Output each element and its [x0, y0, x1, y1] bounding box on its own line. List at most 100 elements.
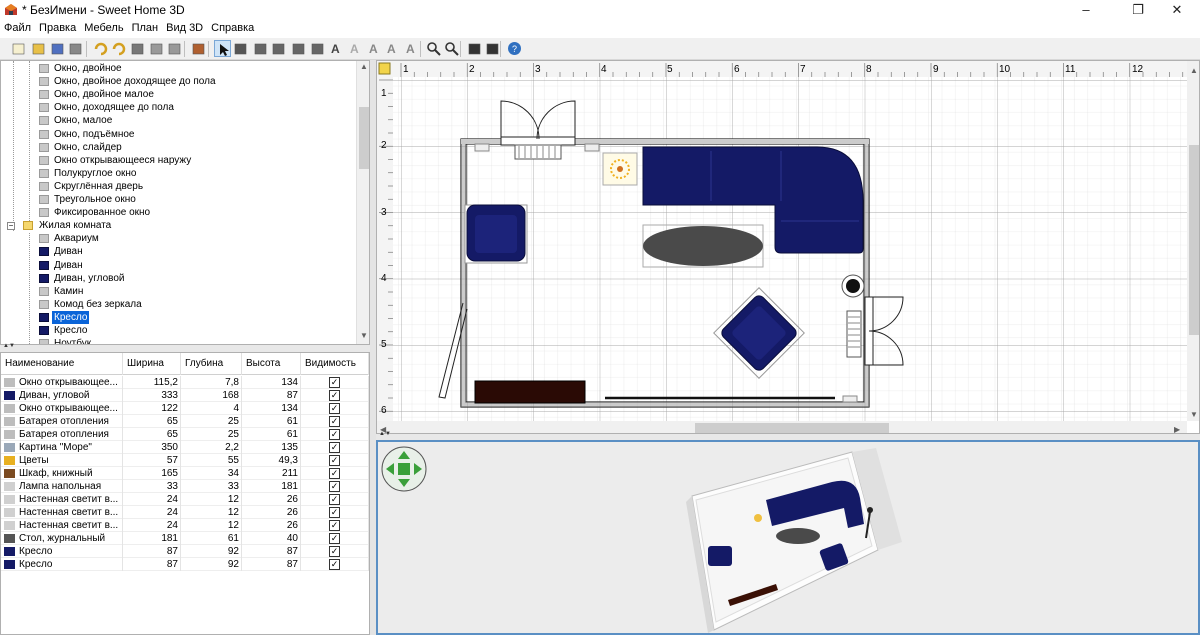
- catalog-item[interactable]: Скруглённая дверь: [1, 180, 357, 193]
- wall-lamp[interactable]: [842, 395, 858, 403]
- visibility-checkbox[interactable]: ✓: [329, 377, 340, 388]
- table-row[interactable]: Диван, угловой 333 168 87 ✓: [1, 389, 369, 402]
- table-row[interactable]: Настенная светит в... 24 12 26 ✓: [1, 493, 369, 506]
- catalog-item[interactable]: Кресло: [1, 324, 357, 337]
- close-button[interactable]: ✕: [1154, 0, 1200, 20]
- create-rooms-icon[interactable]: [270, 40, 287, 57]
- catalog-item[interactable]: Аквариум: [1, 232, 357, 245]
- flowers[interactable]: [602, 152, 638, 186]
- catalog-item[interactable]: Окно, доходящее до пола: [1, 101, 357, 114]
- visibility-checkbox[interactable]: ✓: [329, 520, 340, 531]
- new-file-icon[interactable]: [10, 40, 27, 57]
- catalog-item[interactable]: Кресло: [1, 310, 357, 324]
- 3d-view[interactable]: [376, 440, 1200, 635]
- table-row[interactable]: Настенная светит в... 24 12 26 ✓: [1, 506, 369, 519]
- visibility-checkbox[interactable]: ✓: [329, 559, 340, 570]
- catalog-item[interactable]: Окно, малое: [1, 114, 357, 127]
- table-row[interactable]: Картина "Море" 350 2,2 135 ✓: [1, 441, 369, 454]
- visibility-checkbox[interactable]: ✓: [329, 403, 340, 414]
- pan-hand-icon[interactable]: [232, 40, 249, 57]
- furniture-catalog-tree[interactable]: ▲ ▼ Окно, двойное Окно, двойное доходящее…: [0, 60, 370, 345]
- cut-icon[interactable]: [129, 40, 146, 57]
- table-row[interactable]: Батарея отопления 65 25 61 ✓: [1, 428, 369, 441]
- text-style-icon[interactable]: A: [347, 40, 364, 57]
- catalog-item[interactable]: Ноутбук: [1, 337, 357, 344]
- catalog-splitter[interactable]: ▲▼: [0, 343, 370, 352]
- catalog-scroll-thumb[interactable]: [359, 107, 369, 169]
- menu-furniture[interactable]: Мебель: [80, 20, 127, 34]
- text-italic-icon[interactable]: A: [384, 40, 401, 57]
- wall-lamp[interactable]: [584, 143, 600, 152]
- add-text-icon[interactable]: A: [328, 40, 345, 57]
- table-row[interactable]: Шкаф, книжный 165 34 211 ✓: [1, 467, 369, 480]
- menu-file[interactable]: Файл: [0, 20, 35, 34]
- visibility-checkbox[interactable]: ✓: [329, 442, 340, 453]
- visibility-checkbox[interactable]: ✓: [329, 507, 340, 518]
- splitter-arrows-icon[interactable]: ▲▼: [379, 431, 391, 437]
- save-icon[interactable]: [49, 40, 66, 57]
- text-size-icon[interactable]: A: [403, 40, 420, 57]
- create-walls-icon[interactable]: [252, 40, 269, 57]
- 3d-canvas[interactable]: [378, 442, 1198, 633]
- add-furniture-icon[interactable]: [190, 40, 207, 57]
- catalog-item[interactable]: Окно, двойное малое: [1, 88, 357, 101]
- visibility-checkbox[interactable]: ✓: [329, 429, 340, 440]
- copy-icon[interactable]: [148, 40, 165, 57]
- catalog-item[interactable]: Треугольное окно: [1, 193, 357, 206]
- visibility-checkbox[interactable]: ✓: [329, 546, 340, 557]
- column-name[interactable]: Наименование: [1, 353, 123, 375]
- help-icon[interactable]: ?: [506, 40, 523, 57]
- visibility-checkbox[interactable]: ✓: [329, 481, 340, 492]
- menu-3d-view[interactable]: Вид 3D: [162, 20, 207, 34]
- table-row[interactable]: Цветы 57 55 49,3 ✓: [1, 454, 369, 467]
- table-row[interactable]: Окно открывающее... 122 4 134 ✓: [1, 402, 369, 415]
- catalog-scrollbar[interactable]: ▲ ▼: [356, 61, 369, 344]
- armchair-left[interactable]: [464, 204, 528, 264]
- catalog-item[interactable]: Диван, угловой: [1, 272, 357, 285]
- paste-icon[interactable]: [166, 40, 183, 57]
- plan-canvas[interactable]: 1 2 3 4 5 6 7 8 9 10 11 12 1 2 3 4 5 6 ▲…: [377, 61, 1200, 434]
- radiator-top[interactable]: [514, 144, 562, 160]
- menu-help[interactable]: Справка: [207, 20, 258, 34]
- catalog-item[interactable]: Диван: [1, 259, 357, 272]
- visibility-checkbox[interactable]: ✓: [329, 390, 340, 401]
- catalog-item[interactable]: Окно открывающееся наружу: [1, 154, 357, 167]
- video-icon[interactable]: [484, 40, 501, 57]
- zoom-in-icon[interactable]: [425, 40, 442, 57]
- bookcase[interactable]: [474, 380, 586, 404]
- zoom-out-icon[interactable]: [443, 40, 460, 57]
- scroll-up-icon[interactable]: ▲: [358, 62, 369, 71]
- table-row[interactable]: Батарея отопления 65 25 61 ✓: [1, 415, 369, 428]
- column-visibility[interactable]: Видимость: [301, 353, 369, 375]
- photo-icon[interactable]: [466, 40, 483, 57]
- select-arrow-icon[interactable]: [214, 40, 231, 57]
- catalog-item[interactable]: Камин: [1, 285, 357, 298]
- collapse-toggle-icon[interactable]: −: [7, 222, 15, 231]
- column-depth[interactable]: Глубина: [181, 353, 242, 375]
- 3d-navigation-arrows-icon[interactable]: [381, 446, 427, 492]
- undo-icon[interactable]: [92, 40, 109, 57]
- catalog-item[interactable]: Комод без зеркала: [1, 298, 357, 311]
- scroll-down-icon[interactable]: ▼: [1190, 410, 1198, 419]
- table-row[interactable]: Окно открывающее... 115,2 7,8 134 ✓: [1, 376, 369, 389]
- cut-tool-icon[interactable]: [67, 40, 84, 57]
- floor-lamp[interactable]: [841, 274, 865, 298]
- plan-vscroll-thumb[interactable]: [1189, 145, 1199, 335]
- catalog-item[interactable]: Фиксированное окно: [1, 206, 357, 219]
- create-dimensions-icon[interactable]: [309, 40, 326, 57]
- minimize-button[interactable]: –: [1063, 0, 1109, 20]
- catalog-item[interactable]: Полукруглое окно: [1, 167, 357, 180]
- radiator-right[interactable]: [846, 310, 862, 358]
- scroll-right-icon[interactable]: ▶: [1174, 425, 1181, 434]
- text-bold-icon[interactable]: A: [366, 40, 383, 57]
- visibility-checkbox[interactable]: ✓: [329, 455, 340, 466]
- ruler-corner-icon[interactable]: [378, 62, 391, 75]
- visibility-checkbox[interactable]: ✓: [329, 468, 340, 479]
- table-row[interactable]: Кресло 87 92 87 ✓: [1, 545, 369, 558]
- table-row[interactable]: Лампа напольная 33 33 181 ✓: [1, 480, 369, 493]
- visibility-checkbox[interactable]: ✓: [329, 416, 340, 427]
- catalog-item[interactable]: Окно, слайдер: [1, 141, 357, 154]
- column-width[interactable]: Ширина: [123, 353, 181, 375]
- redo-icon[interactable]: [110, 40, 127, 57]
- furniture-table[interactable]: Наименование Ширина Глубина Высота Видим…: [0, 352, 370, 635]
